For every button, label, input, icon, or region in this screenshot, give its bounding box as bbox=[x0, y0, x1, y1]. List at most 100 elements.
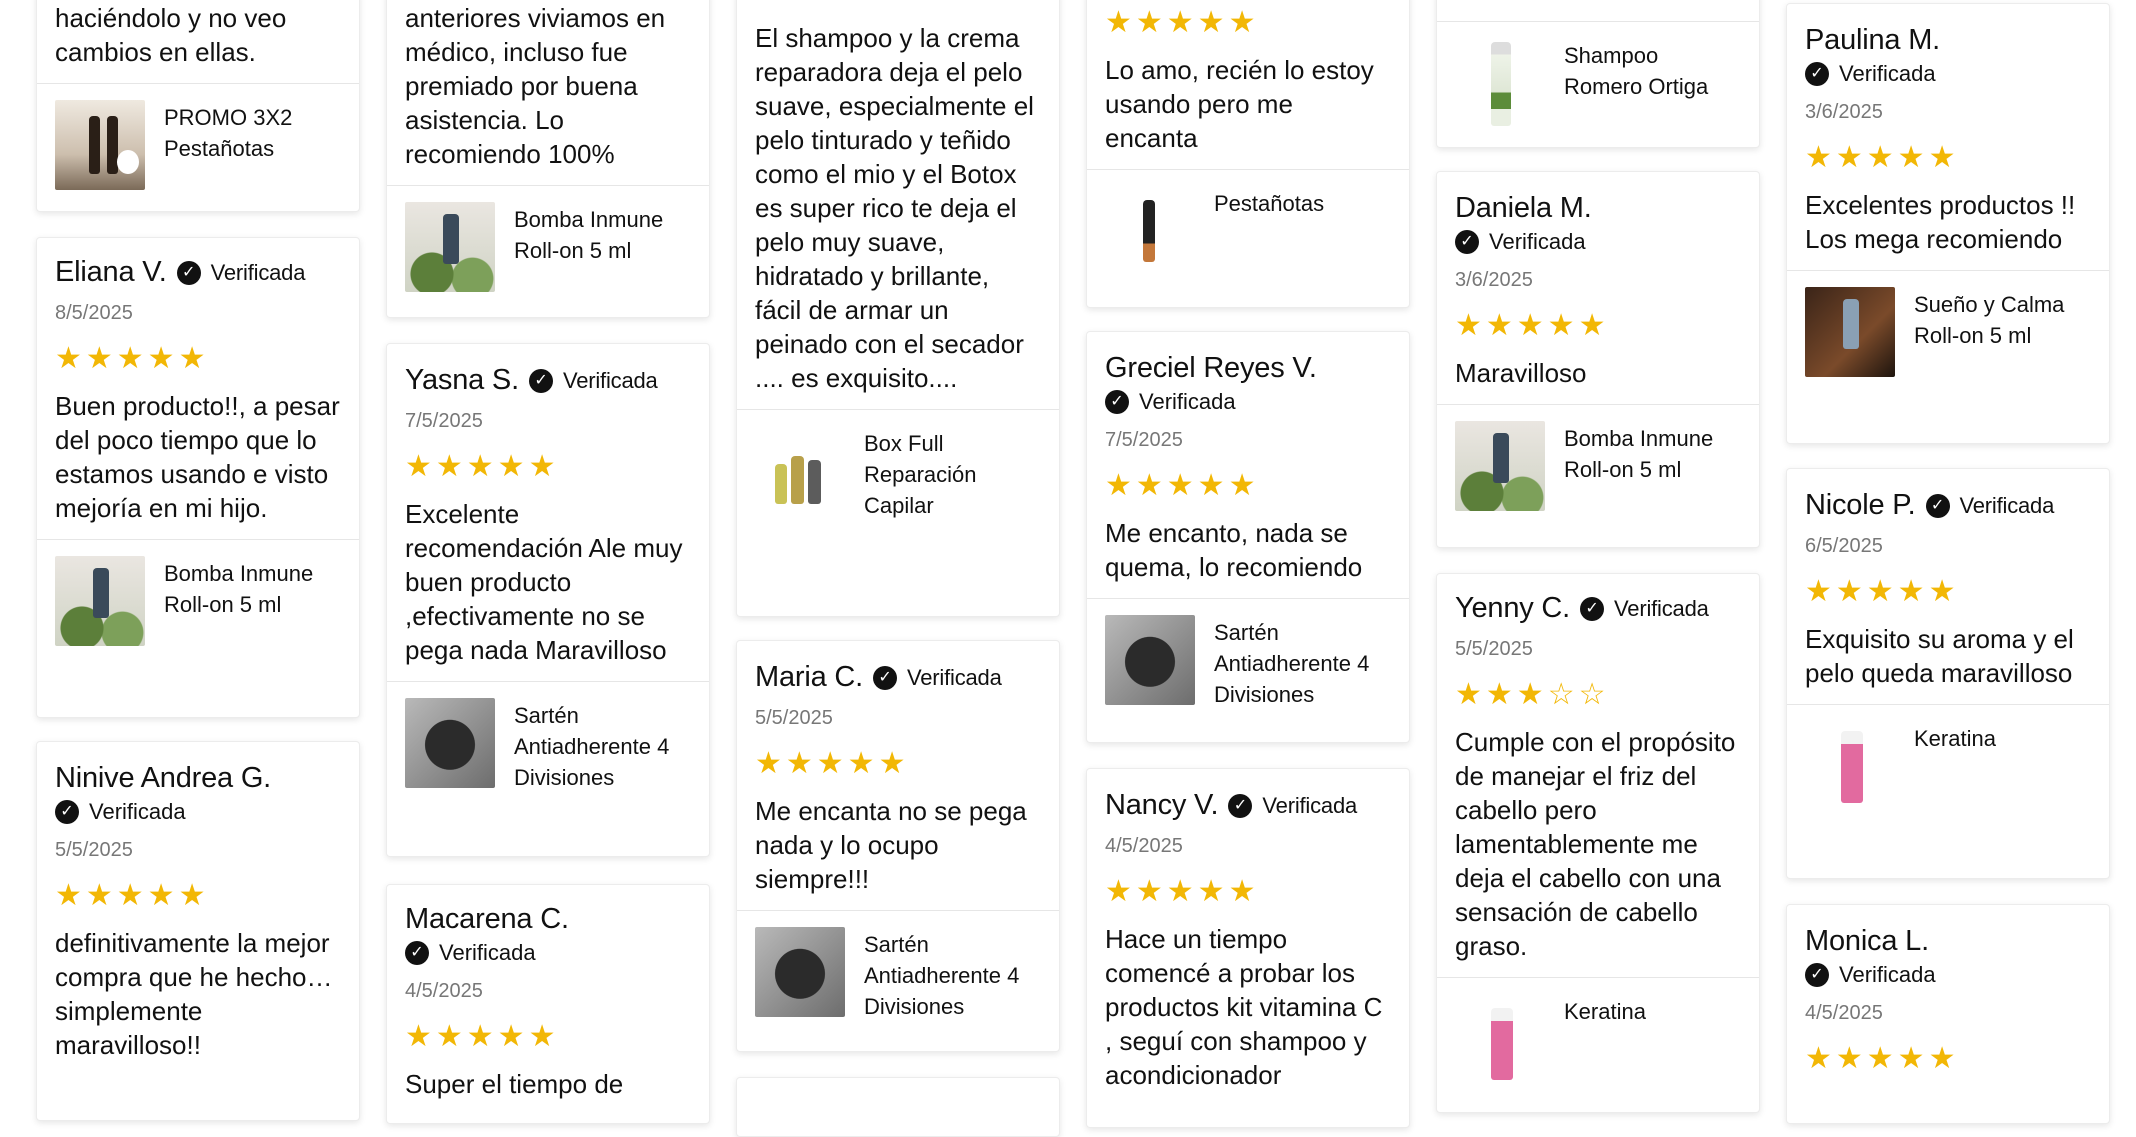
review-card: Shampoo Romero Ortiga bbox=[1436, 0, 1760, 148]
verified-badge: ✓ Verificada bbox=[1228, 788, 1357, 824]
check-icon: ✓ bbox=[1805, 963, 1829, 987]
review-date: 4/5/2025 bbox=[1805, 1002, 1883, 1024]
review-text: Excelentes productos !! Los mega recomie… bbox=[1805, 190, 2076, 254]
review-date: 8/5/2025 bbox=[55, 302, 133, 325]
product-link[interactable]: Box Full Reparación Capilar bbox=[737, 409, 1059, 537]
review-card: Nicole P. ✓ Verificada 6/5/2025 ★★★★★ Exqu… bbox=[1786, 468, 2110, 879]
review-text: definitivamente la mejor compra que he h… bbox=[55, 928, 333, 1060]
product-thumbnail bbox=[755, 927, 845, 1018]
check-icon: ✓ bbox=[528, 369, 553, 394]
reviewer-name: Ninive Andrea G. bbox=[55, 762, 272, 794]
product-thumbnail bbox=[405, 698, 495, 789]
product-thumbnail bbox=[1805, 721, 1895, 812]
review-card: Nancy V. ✓ Verificada 4/5/2025 ★★★★★ Hace … bbox=[1086, 768, 1410, 1128]
check-icon: ✓ bbox=[1228, 794, 1253, 819]
review-card bbox=[736, 1077, 1060, 1137]
reviewer-name: Monica L. bbox=[1805, 925, 1929, 957]
check-icon: ✓ bbox=[872, 666, 897, 691]
product-link[interactable]: Sartén Antiadherente 4 Divisiones bbox=[387, 681, 709, 809]
verified-badge: ✓ Verificada bbox=[1805, 959, 2091, 991]
check-icon: ✓ bbox=[55, 800, 79, 824]
review-text: Buen producto!!, a pesar del poco tiempo… bbox=[55, 391, 340, 524]
reviewer-name: Paulina M. bbox=[1805, 24, 1941, 56]
product-thumbnail bbox=[1455, 994, 1545, 1085]
product-link[interactable]: Pestañotas bbox=[1087, 169, 1409, 292]
product-thumbnail bbox=[1105, 615, 1195, 705]
review-date: 4/5/2025 bbox=[405, 980, 483, 1002]
reviewer-name: Eliana V. ✓ Verificada bbox=[55, 254, 341, 291]
product-name: Pestañotas bbox=[1214, 191, 1325, 216]
product-thumbnail bbox=[1805, 287, 1895, 377]
check-icon: ✓ bbox=[1805, 62, 1829, 86]
product-link[interactable]: Bomba Inmune Roll-on 5 ml bbox=[1437, 404, 1759, 527]
product-name: Box Full Reparación Capilar bbox=[864, 431, 977, 518]
product-thumbnail bbox=[55, 100, 145, 190]
review-date: 3/6/2025 bbox=[1805, 101, 1883, 123]
verified-badge: ✓ Verificada bbox=[1805, 58, 2091, 90]
verified-badge: ✓ Verificada bbox=[528, 363, 658, 399]
product-link[interactable]: Sartén Antiadherente 4 Divisiones bbox=[1087, 598, 1409, 726]
review-text: Excelente recomendación Ale muy buen pro… bbox=[405, 499, 683, 666]
star-rating: ★★★★★ bbox=[405, 1020, 560, 1053]
verified-badge: ✓ Verificada bbox=[405, 937, 691, 969]
verified-badge: ✓ Verificada bbox=[1105, 386, 1391, 418]
review-date: 3/6/2025 bbox=[1455, 269, 1533, 291]
review-text: haciéndolo y no veo cambios en ellas. bbox=[55, 3, 287, 67]
review-card: Daniela M. ✓ Verificada 3/6/2025 ★★★★★ Ma… bbox=[1436, 171, 1760, 548]
product-link[interactable]: Keratina bbox=[1437, 977, 1759, 1100]
check-icon: ✓ bbox=[1105, 390, 1129, 414]
check-icon: ✓ bbox=[1580, 597, 1605, 622]
reviewer-name: Greciel Reyes V. bbox=[1105, 352, 1317, 384]
product-thumbnail bbox=[1455, 38, 1545, 128]
product-link[interactable]: Bomba Inmune Roll-on 5 ml bbox=[37, 539, 359, 662]
star-rating: ★★★★★ bbox=[1105, 6, 1260, 39]
product-link[interactable]: Bomba Inmune Roll-on 5 ml bbox=[387, 185, 709, 308]
star-rating: ★★★★★ bbox=[1805, 575, 1960, 609]
review-date: 5/5/2025 bbox=[55, 839, 133, 861]
product-name: Sueño y Calma Roll-on 5 ml bbox=[1914, 292, 2065, 348]
product-thumbnail bbox=[55, 556, 145, 647]
review-card: haciéndolo y no veo cambios en ellas. PR… bbox=[36, 0, 360, 212]
verified-badge: ✓ Verificada bbox=[176, 255, 305, 291]
star-rating: ★★★★★ bbox=[755, 747, 910, 781]
star-rating: ★★★☆☆ bbox=[1455, 678, 1610, 712]
check-icon: ✓ bbox=[176, 261, 201, 286]
product-name: Sartén Antiadherente 4 Divisiones bbox=[864, 932, 1020, 1020]
review-text: Cumple con el propósito de manejar el fr… bbox=[1455, 727, 1736, 962]
review-text: Hace un tiempo comencé a probar los prod… bbox=[1105, 924, 1383, 1091]
star-rating: ★★★★★ bbox=[1105, 875, 1260, 909]
product-link[interactable]: Keratina bbox=[1787, 704, 2109, 827]
product-name: PROMO 3X2 Pestañotas bbox=[164, 105, 293, 161]
review-card: Monica L. ✓ Verificada 4/5/2025 ★★★★★ bbox=[1786, 904, 2110, 1124]
product-link[interactable]: PROMO 3X2 Pestañotas bbox=[37, 83, 359, 206]
review-date: 4/5/2025 bbox=[1105, 835, 1183, 858]
review-text: El shampoo y la crema reparadora deja el… bbox=[755, 23, 1034, 393]
review-date: 5/5/2025 bbox=[755, 707, 833, 730]
verified-badge: ✓ Verificada bbox=[1925, 488, 2054, 524]
review-card: Yasna S. ✓ Verificada 7/5/2025 ★★★★★ Excel… bbox=[386, 343, 710, 857]
review-card: Macarena C. ✓ Verificada 4/5/2025 ★★★★★ S… bbox=[386, 884, 710, 1124]
reviewer-name: Yenny C. ✓ Verificada bbox=[1455, 590, 1741, 627]
review-text: anteriores viviamos en médico, incluso f… bbox=[405, 3, 666, 169]
review-text: Maravilloso bbox=[1455, 358, 1587, 388]
star-rating: ★★★★★ bbox=[1805, 1042, 1960, 1075]
star-rating: ★★★★★ bbox=[55, 879, 210, 912]
product-name: Keratina bbox=[1564, 999, 1646, 1025]
check-icon: ✓ bbox=[405, 941, 429, 965]
review-card: anteriores viviamos en médico, incluso f… bbox=[386, 0, 710, 318]
product-link[interactable]: Shampoo Romero Ortiga bbox=[1437, 22, 1759, 144]
star-rating: ★★★★★ bbox=[1455, 309, 1610, 342]
review-card: Paulina M. ✓ Verificada 3/6/2025 ★★★★★ Ex… bbox=[1786, 3, 2110, 444]
product-name: Sartén Antiadherente 4 Divisiones bbox=[514, 703, 670, 791]
review-date: 6/5/2025 bbox=[1805, 535, 1883, 558]
product-link[interactable]: Sueño y Calma Roll-on 5 ml bbox=[1787, 270, 2109, 393]
verified-badge: ✓ Verificada bbox=[1580, 591, 1709, 627]
product-name: Bomba Inmune Roll-on 5 ml bbox=[514, 207, 664, 263]
review-text: Exquisito su aroma y el pelo queda marav… bbox=[1805, 624, 2074, 689]
product-name: Shampoo Romero Ortiga bbox=[1564, 43, 1709, 99]
product-name: Keratina bbox=[1914, 726, 1996, 752]
star-rating: ★★★★★ bbox=[1105, 469, 1260, 502]
product-link[interactable]: Sartén Antiadherente 4 Divisiones bbox=[737, 910, 1059, 1038]
reviewer-name: Maria C. ✓ Verificada bbox=[755, 659, 1041, 696]
review-card: Yenny C. ✓ Verificada 5/5/2025 ★★★☆☆ Cumpl… bbox=[1436, 573, 1760, 1113]
